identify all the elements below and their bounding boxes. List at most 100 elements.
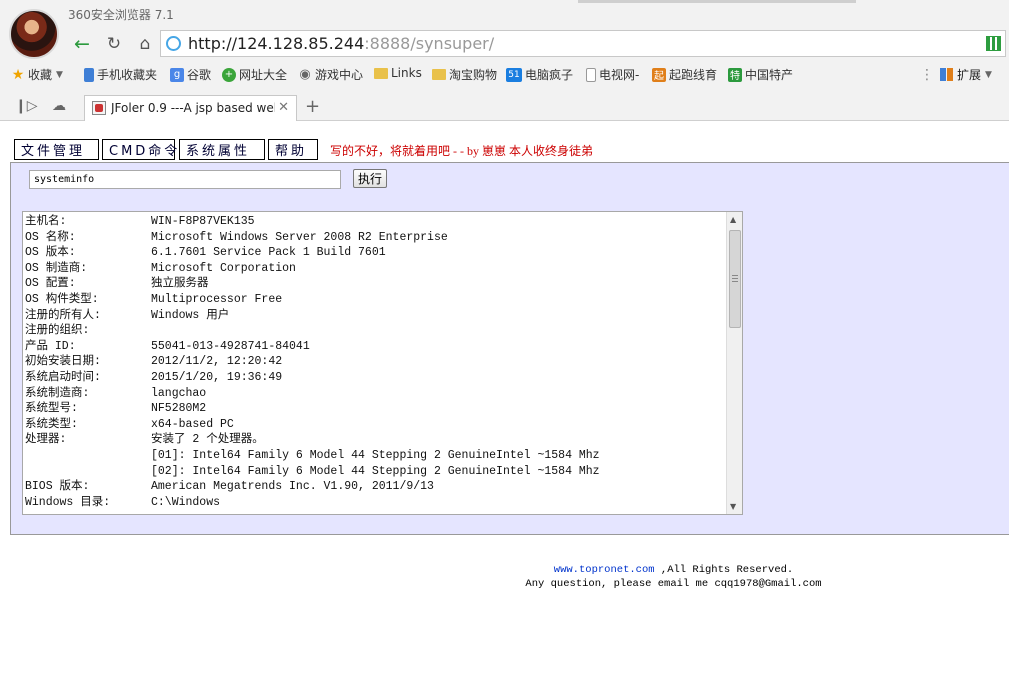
gamepad-icon: ◉ <box>299 67 311 82</box>
output-value: 2015/1/20, 19:36:49 <box>151 370 283 384</box>
menu-cmd[interactable]: CMD命令 <box>102 139 177 160</box>
output-line: OS 名称: Microsoft Windows Server 2008 R2 E… <box>25 230 725 246</box>
output-line: Windows 目录: C:\Windows <box>25 495 725 511</box>
output-value: C:\Windows <box>151 495 221 509</box>
output-key: BIOS 版本: <box>25 480 90 494</box>
output-value: x64-based PC <box>151 417 234 431</box>
output-value: [02]: Intel64 Family 6 Model 44 Stepping… <box>151 464 600 478</box>
menu-file-manage[interactable]: 文件管理 <box>14 139 99 160</box>
menu-help[interactable]: 帮助 <box>268 139 318 160</box>
bookmark-label: Links <box>391 66 422 80</box>
tab-title: JFoler 0.9 ---A jsp based web <box>111 101 275 115</box>
bookmark-favorites[interactable]: ★ 收藏 ▼ <box>11 66 63 83</box>
window-strip <box>578 0 856 3</box>
bookmark-51[interactable]: 51 电脑疯子 <box>506 66 573 83</box>
execute-button[interactable]: 执行 <box>353 169 387 188</box>
output-value: 55041-013-4928741-84041 <box>151 339 310 353</box>
output-value: 2012/11/2, 12:20:42 <box>151 355 283 369</box>
output-line: 系统启动时间: 2015/1/20, 19:36:49 <box>25 370 725 386</box>
new-tab-plus-icon[interactable]: + <box>305 96 320 117</box>
bookmark-label: 游戏中心 <box>315 68 364 82</box>
output-key: 初始安装日期: <box>25 355 101 369</box>
output-line: 系统类型: x64-based PC <box>25 417 725 433</box>
output-line: 系统型号: NF5280M2 <box>25 401 725 417</box>
bookmark-label: 电脑疯子 <box>525 68 574 82</box>
bookmark-tv[interactable]: 电视网- <box>586 66 639 83</box>
output-key: 系统类型: <box>25 417 78 431</box>
bookmark-google[interactable]: g 谷歌 <box>170 66 211 83</box>
output-line: 注册的所有人: Windows 用户 <box>25 308 725 324</box>
output-value: Windows 用户 <box>151 308 230 322</box>
output-line: OS 构件类型: Multiprocessor Free <box>25 292 725 308</box>
phone-icon <box>84 67 94 82</box>
bookmark-label: 谷歌 <box>187 68 212 82</box>
output-lines: 主机名: WIN-F8P87VEK135 OS 名称: Microsoft Windo… <box>25 214 725 510</box>
qr-code-icon[interactable] <box>986 36 1001 51</box>
url-text[interactable]: http://124.128.85.244:8888/synsuper/ <box>188 34 494 53</box>
output-value: Microsoft Corporation <box>151 261 296 275</box>
user-avatar[interactable] <box>9 9 59 59</box>
output-key: 系统型号: <box>25 402 78 416</box>
more-vertical-icon[interactable]: ⋮ <box>920 67 934 83</box>
bookmark-techan[interactable]: 特 中国特产 <box>728 66 793 83</box>
page-footer: www.topronet.com ,All Rights Reserved. A… <box>0 563 1009 591</box>
reload-icon[interactable]: ↻ <box>103 33 125 55</box>
bookmark-nav[interactable]: + 网址大全 <box>222 66 287 83</box>
scrollbar-thumb[interactable] <box>729 230 741 328</box>
vertical-scrollbar[interactable]: ▲ ▼ <box>726 212 742 514</box>
site-51-icon: 51 <box>506 67 522 82</box>
scroll-up-arrow-icon[interactable]: ▲ <box>730 215 736 224</box>
url-path: :8888/synsuper/ <box>364 34 495 53</box>
output-line: 产品 ID: 55041-013-4928741-84041 <box>25 339 725 355</box>
back-arrow-icon[interactable]: ← <box>71 33 93 55</box>
output-line: 注册的组织: <box>25 323 725 339</box>
output-value: 6.1.7601 Service Pack 1 Build 7601 <box>151 246 386 260</box>
chevron-down-icon[interactable]: ▼ <box>56 70 63 80</box>
cloud-icon[interactable]: ☁ <box>52 98 66 114</box>
bookmark-label: 起跑线育 <box>669 68 718 82</box>
output-value: WIN-F8P87VEK135 <box>151 215 255 228</box>
bookmark-mobile[interactable]: 手机收藏夹 <box>84 66 157 83</box>
output-value: Multiprocessor Free <box>151 292 283 306</box>
folder-icon <box>374 67 388 79</box>
bookmark-label: 网址大全 <box>239 68 288 82</box>
address-bar[interactable]: http://124.128.85.244:8888/synsuper/ <box>160 30 1006 57</box>
site-qi-icon: 起 <box>652 67 666 82</box>
extensions-grid-icon <box>940 68 953 81</box>
bookmark-links[interactable]: Links <box>374 66 422 80</box>
close-icon[interactable]: ✕ <box>278 100 289 115</box>
bookmark-games[interactable]: ◉ 游戏中心 <box>298 66 363 83</box>
output-key: 系统制造商: <box>25 386 90 400</box>
command-input[interactable] <box>29 170 341 189</box>
output-key: OS 构件类型: <box>25 292 99 306</box>
star-icon: ★ <box>11 66 25 83</box>
output-key <box>25 464 151 480</box>
output-value: 安装了 2 个处理器。 <box>151 433 264 447</box>
output-value: [01]: Intel64 Family 6 Model 44 Stepping… <box>151 448 600 462</box>
output-line: 初始安装日期: 2012/11/2, 12:20:42 <box>25 354 725 370</box>
menu-system-properties[interactable]: 系统属性 <box>179 139 265 160</box>
navigation-icon: + <box>222 67 236 82</box>
extensions-button[interactable]: 扩展 ▼ <box>940 66 992 83</box>
tab-jfoler[interactable]: JFoler 0.9 ---A jsp based web ✕ <box>84 95 297 121</box>
footer-site-link[interactable]: www.topronet.com <box>554 564 655 576</box>
footer-contact: Any question, please email me cqq1978@Gm… <box>525 578 822 590</box>
bookmark-label: 收藏 <box>28 68 53 82</box>
output-key: 注册的所有人: <box>25 308 101 322</box>
output-line: BIOS 版本: American Megatrends Inc. V1.90, … <box>25 479 725 495</box>
output-key <box>25 448 151 464</box>
output-key: OS 制造商: <box>25 261 88 275</box>
output-value: American Megatrends Inc. V1.90, 2011/9/1… <box>151 480 434 494</box>
command-output[interactable]: 主机名: WIN-F8P87VEK135 OS 名称: Microsoft Windo… <box>22 211 743 515</box>
output-value: langchao <box>151 386 207 400</box>
output-key: 主机名: <box>25 215 67 228</box>
bookmark-qipaoxian[interactable]: 起 起跑线育 <box>652 66 717 83</box>
home-icon[interactable]: ⌂ <box>134 33 156 55</box>
app-title: 360安全浏览器 7.1 <box>68 8 174 22</box>
sidebar-toggle-icon[interactable]: ❙▷ <box>15 98 38 114</box>
bookmark-label: 电视网- <box>599 68 640 82</box>
page-icon <box>586 67 596 82</box>
browser-chrome: 360安全浏览器 7.1 ← ↻ ⌂ http://124.128.85.244… <box>0 0 1009 121</box>
scroll-down-arrow-icon[interactable]: ▼ <box>730 502 736 511</box>
bookmark-taobao[interactable]: 淘宝购物 <box>432 66 497 83</box>
